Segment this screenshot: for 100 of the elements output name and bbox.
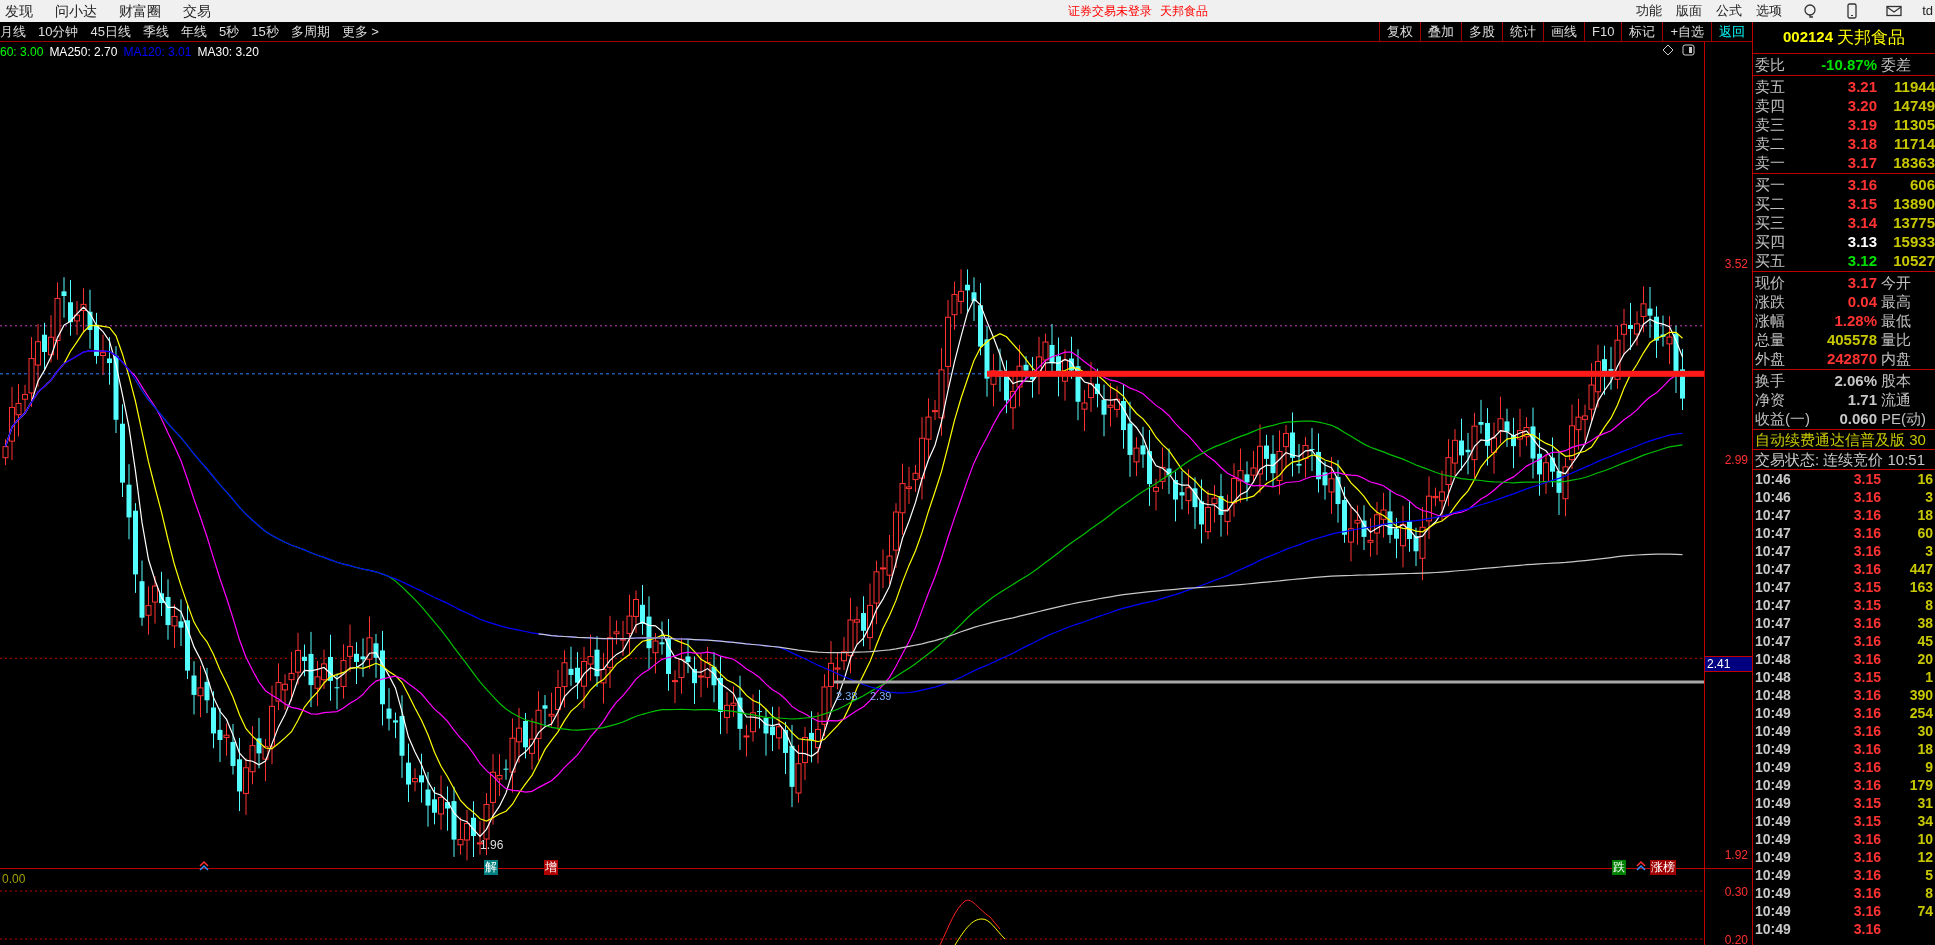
order-volume: 11714	[1893, 134, 1935, 153]
login-notice: 证券交易未登录	[1068, 3, 1153, 20]
trade-time: 10:49	[1754, 901, 1792, 921]
stat-value: 242870	[1825, 349, 1878, 368]
toolbar-button[interactable]: F10	[1584, 22, 1622, 41]
row-label: 委比	[1754, 55, 1786, 74]
chart-marker-label: 涨榜	[1650, 860, 1676, 875]
period-tab[interactable]: 45日线	[90, 21, 131, 42]
row-label: 买三	[1754, 213, 1786, 232]
menu-item[interactable]: 发现	[5, 0, 33, 22]
period-tab[interactable]: 10分钟	[38, 21, 79, 42]
row-label: 涨幅	[1754, 311, 1786, 330]
toolbar-button[interactable]: 叠加	[1420, 22, 1461, 41]
trade-time: 10:47	[1754, 595, 1792, 615]
user-name[interactable]: td	[1922, 1, 1933, 21]
row-label: 换手	[1754, 371, 1786, 390]
menu-item[interactable]: 选项	[1756, 1, 1783, 21]
order-volume: 11305	[1893, 115, 1935, 134]
trade-volume: 60	[1916, 523, 1934, 543]
trade-price: 3.16	[1852, 829, 1881, 849]
trade-time: 10:47	[1754, 631, 1792, 651]
stat-value: 405578	[1825, 330, 1878, 349]
toolbar-button[interactable]: 多股	[1461, 22, 1502, 41]
trade-volume: 179	[1908, 775, 1934, 795]
row-label: 流通	[1881, 390, 1912, 409]
trade-time: 10:49	[1754, 883, 1792, 903]
period-tab[interactable]: 季线	[142, 21, 169, 42]
row-label: 卖四	[1754, 96, 1786, 115]
trade-price: 3.15	[1852, 595, 1881, 615]
trade-price: 3.16	[1852, 739, 1881, 759]
promo-text[interactable]: 自动续费通达信普及版 30	[1753, 431, 1926, 448]
trade-volume: 10	[1916, 829, 1934, 849]
row-label: 今开	[1881, 273, 1912, 292]
trade-volume: 390	[1908, 685, 1934, 705]
trade-volume: 38	[1916, 613, 1934, 633]
trade-volume: 16	[1916, 469, 1934, 489]
trade-price: 3.15	[1852, 793, 1881, 813]
menu-item[interactable]: 版面	[1676, 1, 1703, 21]
trade-time: 10:49	[1754, 865, 1792, 885]
row-label: 卖三	[1754, 115, 1786, 134]
trade-price: 3.15	[1852, 469, 1881, 489]
trade-volume: 74	[1916, 901, 1934, 921]
period-tab[interactable]: 5秒	[218, 21, 240, 42]
trade-price: 3.16	[1852, 775, 1881, 795]
toolbar-button[interactable]: 复权	[1379, 22, 1420, 41]
trade-time: 10:47	[1754, 523, 1792, 543]
trade-price: 3.16	[1852, 631, 1881, 651]
trade-time: 10:49	[1754, 757, 1792, 777]
row-label: 卖五	[1754, 77, 1786, 96]
menu-item[interactable]: 问小达	[55, 0, 97, 22]
trade-price: 3.16	[1852, 721, 1881, 741]
row-label: 委差	[1881, 55, 1912, 74]
toolbar-button[interactable]: +自选	[1662, 22, 1711, 41]
order-volume: 606	[1908, 175, 1935, 194]
stat-value: 2.06%	[1833, 371, 1878, 390]
order-price: 3.14	[1846, 213, 1878, 232]
trade-time: 10:49	[1754, 793, 1792, 813]
trade-volume: 30	[1916, 721, 1934, 741]
trade-time: 10:49	[1754, 847, 1792, 867]
period-tab[interactable]: 月线	[0, 21, 26, 42]
menu-item[interactable]: 财富圈	[119, 0, 161, 22]
row-label: 卖一	[1754, 153, 1786, 172]
trade-time: 10:47	[1754, 577, 1792, 597]
menu-item[interactable]: 交易	[183, 0, 211, 22]
period-tab[interactable]: 年线	[180, 21, 207, 42]
headset-icon[interactable]	[1802, 3, 1819, 19]
order-volume: 13775	[1892, 213, 1935, 232]
toolbar-button[interactable]: 统计	[1502, 22, 1543, 41]
order-volume: 10527	[1892, 251, 1935, 270]
trade-price: 3.16	[1852, 559, 1881, 579]
stock-code: 002124	[1782, 27, 1834, 48]
chart-marker-label: 解	[484, 860, 498, 875]
trade-price: 3.16	[1852, 865, 1881, 885]
menu-item[interactable]: 公式	[1716, 1, 1743, 21]
toolbar-button[interactable]: 画线	[1543, 22, 1584, 41]
mail-icon[interactable]	[1886, 3, 1903, 19]
order-price: 3.12	[1846, 251, 1878, 270]
toolbar-button[interactable]: 返回	[1711, 22, 1752, 41]
period-tab[interactable]: 多周期	[290, 21, 330, 42]
trade-volume: 9	[1924, 757, 1934, 777]
trade-price: 3.16	[1852, 703, 1881, 723]
order-price: 3.16	[1846, 175, 1878, 194]
trade-volume: 5	[1924, 865, 1934, 885]
trade-volume: 254	[1908, 703, 1934, 723]
price-axis-label: 2.99	[1724, 451, 1748, 469]
period-tab[interactable]: 15秒	[251, 21, 279, 42]
order-volume: 14749	[1892, 96, 1935, 115]
period-tab[interactable]: 更多 >	[341, 21, 379, 42]
trade-price: 3.15	[1852, 811, 1881, 831]
moving-average-value: MA30: 3.20	[197, 44, 259, 61]
diamond-icon[interactable]	[1662, 44, 1674, 56]
toolbar-button[interactable]: 标记	[1621, 22, 1663, 41]
trade-time: 10:47	[1754, 505, 1792, 525]
trade-volume: 447	[1908, 559, 1934, 579]
order-volume: 11944	[1893, 77, 1935, 96]
row-label: 卖二	[1754, 134, 1786, 153]
chart-marker-label: 增	[544, 860, 558, 875]
ratio-value: -10.87%	[1820, 55, 1878, 74]
panel-toggle-icon[interactable]	[1682, 44, 1695, 56]
menu-item[interactable]: 功能	[1636, 1, 1663, 21]
